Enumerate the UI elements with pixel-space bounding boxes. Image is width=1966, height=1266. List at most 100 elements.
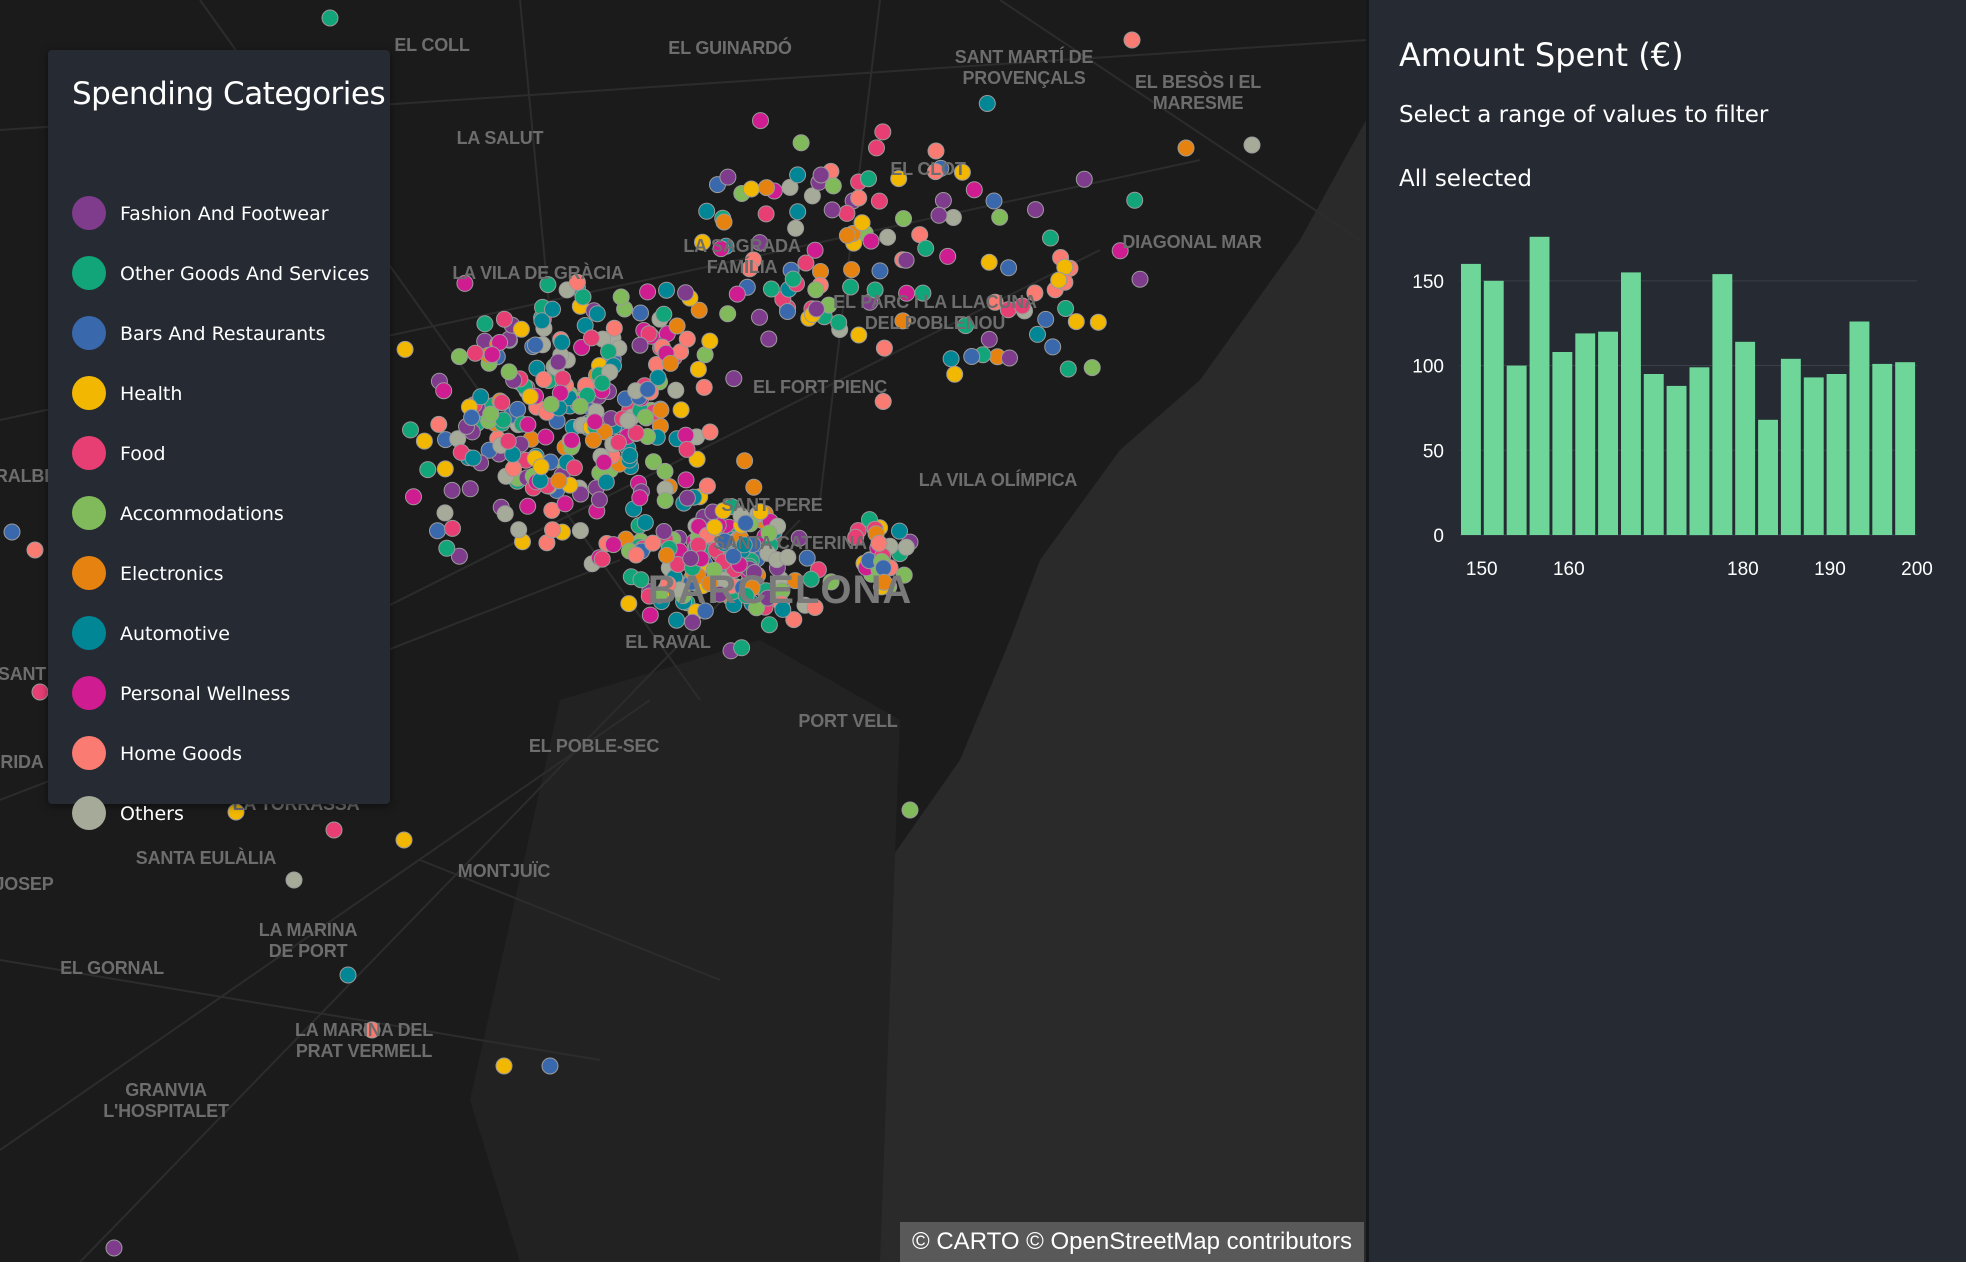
histogram-bar[interactable] [1780,358,1801,535]
spending-point[interactable] [678,330,696,348]
spending-point[interactable] [510,521,528,539]
spending-point[interactable] [965,181,983,199]
spending-point[interactable] [443,481,461,499]
spending-point[interactable] [535,371,553,388]
spending-point[interactable] [435,382,453,400]
histogram-bar[interactable] [1712,274,1733,535]
spending-point[interactable] [737,514,755,532]
spending-point[interactable] [917,239,935,257]
spending-point[interactable] [466,344,484,362]
spending-point[interactable] [556,495,574,513]
spending-point[interactable] [639,380,657,398]
spending-point[interactable] [512,320,530,338]
spending-point[interactable] [415,432,433,450]
spending-point[interactable] [678,489,696,507]
spending-point[interactable] [639,283,657,301]
spending-point[interactable] [1057,300,1075,317]
spending-point[interactable] [672,401,690,419]
spending-point[interactable] [728,285,746,303]
spending-point[interactable] [939,247,957,265]
histogram-bar[interactable] [1758,419,1778,535]
spending-point[interactable] [930,206,948,224]
spending-point[interactable] [875,339,893,357]
spending-point[interactable] [549,353,567,371]
spending-point[interactable] [850,189,868,207]
spending-point[interactable] [509,400,527,418]
spending-point[interactable] [980,253,998,271]
histogram-bar[interactable] [1689,367,1710,536]
map-attribution[interactable]: © CARTO © OpenStreetMap contributors [900,1222,1364,1262]
spending-point[interactable] [870,534,888,552]
spending-point[interactable] [787,219,805,237]
spending-point[interactable] [667,381,685,399]
spending-point[interactable] [853,214,871,232]
spending-point[interactable] [526,336,544,354]
attribution-text[interactable]: © CARTO © OpenStreetMap contributors [912,1228,1352,1255]
spending-point[interactable] [542,395,560,413]
histogram-bar[interactable] [1872,363,1893,535]
spending-point[interactable] [678,440,696,458]
spending-point[interactable] [868,139,885,157]
spending-point[interactable] [565,459,583,477]
spending-point[interactable] [339,966,357,984]
spending-point[interactable] [719,168,737,186]
histogram-bar[interactable] [1643,374,1664,535]
spending-point[interactable] [463,409,481,426]
spending-point[interactable] [870,192,888,210]
spending-point[interactable] [1083,359,1101,377]
spending-point[interactable] [476,315,494,333]
spending-point[interactable] [719,305,737,323]
spending-point[interactable] [395,831,413,849]
spending-point[interactable] [584,431,602,449]
spending-point[interactable] [978,95,996,112]
spending-point[interactable] [419,461,437,479]
spending-point[interactable] [1177,139,1195,157]
spending-point[interactable] [593,550,611,568]
spending-point[interactable] [1243,136,1261,154]
spending-point[interactable] [742,180,760,198]
spending-point[interactable] [677,471,695,489]
spending-point[interactable] [644,534,662,552]
spending-point[interactable] [689,360,707,378]
spending-point[interactable] [879,228,897,246]
spending-point[interactable] [946,365,964,383]
spending-point[interactable] [496,505,514,523]
spending-point[interactable] [891,522,908,540]
spending-point[interactable] [500,363,518,381]
spending-point[interactable] [789,166,807,184]
spending-point[interactable] [824,177,842,195]
spending-point[interactable] [752,112,769,130]
spending-point[interactable] [544,300,561,318]
spending-point[interactable] [862,232,880,250]
spending-point[interactable] [843,261,861,279]
spending-point[interactable] [1000,259,1018,277]
spending-point[interactable] [430,415,448,433]
spending-point[interactable] [897,251,915,269]
spending-point[interactable] [321,9,339,27]
spending-point[interactable] [838,204,856,222]
spending-point[interactable] [934,192,952,209]
spending-point[interactable] [495,310,513,328]
spending-point[interactable] [605,319,623,337]
spending-point[interactable] [1001,349,1018,367]
spending-point[interactable] [1050,271,1068,289]
spending-point[interactable] [698,202,716,220]
spending-point[interactable] [532,458,550,476]
spending-point[interactable] [554,370,572,388]
spending-point[interactable] [985,192,1003,210]
spending-point[interactable] [402,421,419,439]
spending-point[interactable] [405,488,422,506]
spending-point[interactable] [1044,338,1062,356]
histogram-bar[interactable] [1598,331,1618,535]
spending-point[interactable] [823,201,841,219]
spending-point[interactable] [604,536,622,554]
spending-point[interactable] [26,541,44,559]
spending-point[interactable] [1042,229,1059,247]
spending-point[interactable] [3,523,21,541]
spending-point[interactable] [444,519,461,537]
spending-point[interactable] [550,472,568,490]
spending-point[interactable] [631,489,649,507]
spending-point[interactable] [838,227,856,244]
spending-point[interactable] [597,473,615,491]
spending-point[interactable] [537,428,555,446]
